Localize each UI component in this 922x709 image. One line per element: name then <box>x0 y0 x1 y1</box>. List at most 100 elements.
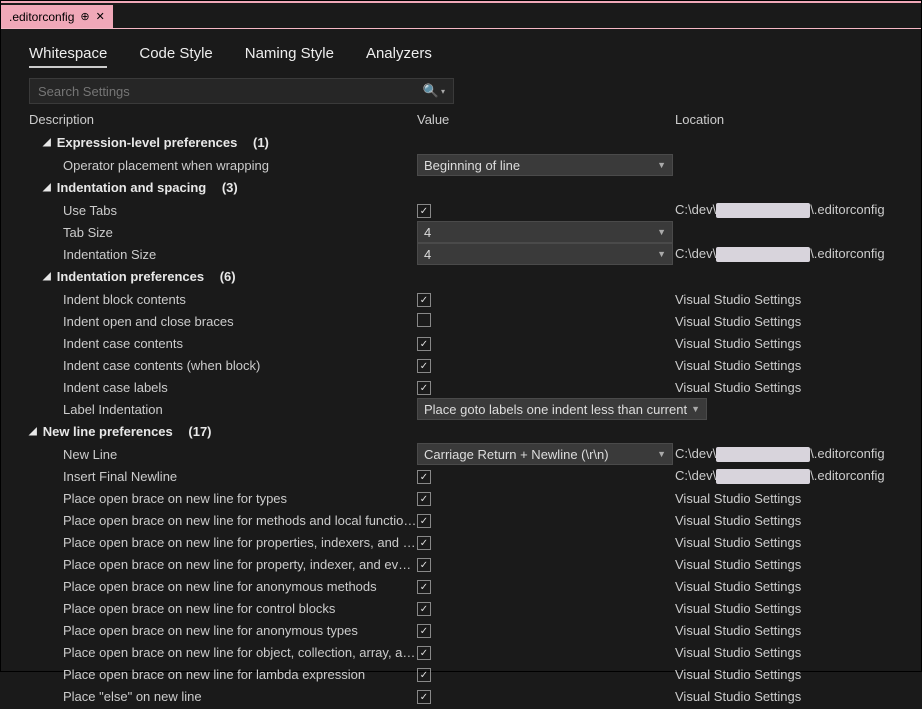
tab-label: .editorconfig <box>9 10 74 24</box>
setting-checkbox[interactable]: ✓ <box>417 337 431 351</box>
setting-label: Place open brace on new line for lambda … <box>63 667 417 682</box>
setting-label: Place open brace on new line for anonymo… <box>63 623 417 638</box>
setting-label: Place open brace on new line for propert… <box>63 535 417 550</box>
col-value: Value <box>417 112 675 127</box>
setting-label: Place open brace on new line for control… <box>63 601 417 616</box>
tab-whitespace[interactable]: Whitespace <box>29 45 107 68</box>
setting-checkbox[interactable]: ✓ <box>417 470 431 484</box>
setting-row: Indent case contents✓Visual Studio Setti… <box>29 332 893 354</box>
setting-label: Place open brace on new line for types <box>63 491 417 506</box>
setting-checkbox[interactable] <box>417 313 431 327</box>
setting-location: Visual Studio Settings <box>675 579 893 594</box>
setting-row: Indent open and close bracesVisual Studi… <box>29 310 893 332</box>
setting-row: Place open brace on new line for lambda … <box>29 663 893 685</box>
setting-label: Indentation Size <box>63 247 417 262</box>
sub-tab-row: Whitespace Code Style Naming Style Analy… <box>1 29 921 78</box>
group-title: Expression-level preferences <box>57 135 238 150</box>
setting-label: Operator placement when wrapping <box>63 158 417 173</box>
setting-checkbox[interactable]: ✓ <box>417 204 431 218</box>
chevron-down-icon: ▼ <box>657 227 666 237</box>
setting-label: Insert Final Newline <box>63 469 417 484</box>
setting-row: Place open brace on new line for anonymo… <box>29 575 893 597</box>
collapse-icon: ◢ <box>43 137 51 148</box>
tab-bar: .editorconfig ⊕ ✕ <box>1 5 921 29</box>
setting-location: C:\dev\\.editorconfig <box>675 202 893 218</box>
setting-checkbox[interactable]: ✓ <box>417 558 431 572</box>
tab-naming-style[interactable]: Naming Style <box>245 45 334 68</box>
setting-checkbox[interactable]: ✓ <box>417 536 431 550</box>
setting-dropdown[interactable]: Place goto labels one indent less than c… <box>417 398 707 420</box>
setting-location: Visual Studio Settings <box>675 601 893 616</box>
setting-location: C:\dev\\.editorconfig <box>675 468 893 484</box>
setting-location: Visual Studio Settings <box>675 491 893 506</box>
setting-location: Visual Studio Settings <box>675 380 893 395</box>
setting-label: Tab Size <box>63 225 417 240</box>
group-header[interactable]: ◢New line preferences (17) <box>29 420 893 443</box>
chevron-down-icon: ▼ <box>657 249 666 259</box>
close-icon[interactable]: ✕ <box>96 10 105 23</box>
setting-location: Visual Studio Settings <box>675 292 893 307</box>
group-header[interactable]: ◢Indentation and spacing (3) <box>29 176 893 199</box>
setting-location: C:\dev\\.editorconfig <box>675 246 893 262</box>
setting-checkbox[interactable]: ✓ <box>417 602 431 616</box>
setting-checkbox[interactable]: ✓ <box>417 580 431 594</box>
setting-row: Place open brace on new line for types✓ V… <box>29 487 893 509</box>
setting-row: Indent case contents (when block)✓Visual… <box>29 354 893 376</box>
setting-checkbox[interactable]: ✓ <box>417 359 431 373</box>
setting-row: Operator placement when wrappingBeginnin… <box>29 154 893 176</box>
setting-label: Place open brace on new line for propert… <box>63 557 417 572</box>
collapse-icon: ◢ <box>29 426 37 437</box>
setting-label: Place open brace on new line for methods… <box>63 513 417 528</box>
setting-location: Visual Studio Settings <box>675 645 893 660</box>
setting-row: New LineCarriage Return + Newline (\r\n)… <box>29 443 893 465</box>
group-count: (17) <box>188 424 211 439</box>
setting-checkbox[interactable]: ✓ <box>417 492 431 506</box>
setting-label: Place open brace on new line for object,… <box>63 645 417 660</box>
setting-row: Place open brace on new line for propert… <box>29 553 893 575</box>
setting-label: Place "else" on new line <box>63 689 417 704</box>
setting-row: Place open brace on new line for object,… <box>29 641 893 663</box>
group-count: (3) <box>222 180 238 195</box>
setting-row: Indentation Size4▼C:\dev\\.editorconfig <box>29 243 893 265</box>
chevron-down-icon: ▼ <box>691 404 700 414</box>
search-icon[interactable]: 🔍 ▾ <box>423 83 445 99</box>
tab-analyzers[interactable]: Analyzers <box>366 45 432 68</box>
setting-checkbox[interactable]: ✓ <box>417 381 431 395</box>
dropdown-value: 4 <box>424 225 431 240</box>
setting-row: Use Tabs✓C:\dev\\.editorconfig <box>29 199 893 221</box>
tab-code-style[interactable]: Code Style <box>139 45 212 68</box>
setting-checkbox[interactable]: ✓ <box>417 514 431 528</box>
setting-location: Visual Studio Settings <box>675 513 893 528</box>
pin-icon[interactable]: ⊕ <box>80 10 89 23</box>
group-header[interactable]: ◢ Expression-level preferences (1) <box>29 131 893 154</box>
setting-dropdown[interactable]: Beginning of line▼ <box>417 154 673 176</box>
setting-checkbox[interactable]: ✓ <box>417 646 431 660</box>
setting-location: Visual Studio Settings <box>675 623 893 638</box>
document-tab[interactable]: .editorconfig ⊕ ✕ <box>1 5 113 28</box>
setting-row: Label IndentationPlace goto labels one i… <box>29 398 893 420</box>
search-box[interactable]: 🔍 ▾ <box>29 78 454 104</box>
setting-row: Place "else" on new line✓Visual Studio S… <box>29 685 893 707</box>
col-description: Description <box>29 112 417 127</box>
setting-checkbox[interactable]: ✓ <box>417 690 431 704</box>
setting-row: Indent block contents✓Visual Studio Sett… <box>29 288 893 310</box>
setting-checkbox[interactable]: ✓ <box>417 624 431 638</box>
setting-row: Indent case labels✓Visual Studio Setting… <box>29 376 893 398</box>
setting-dropdown[interactable]: 4▼ <box>417 221 673 243</box>
setting-row: Place open brace on new line for anonymo… <box>29 619 893 641</box>
setting-label: New Line <box>63 447 417 462</box>
group-title: Indentation preferences <box>57 269 204 284</box>
setting-dropdown[interactable]: 4▼ <box>417 243 673 265</box>
group-count: (1) <box>253 135 269 150</box>
setting-location: Visual Studio Settings <box>675 667 893 682</box>
setting-label: Indent open and close braces <box>63 314 417 329</box>
group-header[interactable]: ◢Indentation preferences (6) <box>29 265 893 288</box>
setting-checkbox[interactable]: ✓ <box>417 668 431 682</box>
chevron-down-icon: ▼ <box>657 160 666 170</box>
col-location: Location <box>675 112 893 127</box>
setting-checkbox[interactable]: ✓ <box>417 293 431 307</box>
search-input[interactable] <box>38 84 398 99</box>
chevron-down-icon: ▼ <box>657 449 666 459</box>
setting-dropdown[interactable]: Carriage Return + Newline (\r\n)▼ <box>417 443 673 465</box>
setting-row: Place open brace on new line for methods… <box>29 509 893 531</box>
